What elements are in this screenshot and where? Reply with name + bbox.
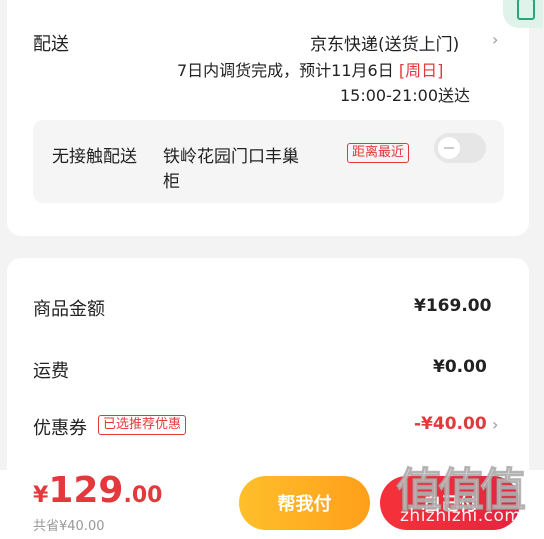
contactless-toggle[interactable] <box>434 133 486 163</box>
saved-amount: 共省¥40.00 <box>33 519 105 534</box>
coupon-recommended-tag: 已选推荐优惠 <box>98 415 187 435</box>
delivery-method[interactable]: 京东快递(送货上门) <box>310 30 459 55</box>
price-decimal: .00 <box>123 483 163 508</box>
eta-text: 7日内调货完成，预计11月6日 <box>177 61 394 80</box>
contactless-location-line2: 柜 <box>163 172 180 192</box>
contactless-label: 无接触配送 <box>52 147 137 167</box>
nearest-tag: 距离最近 <box>347 143 410 163</box>
shipping-label: 运费 <box>33 361 69 382</box>
chevron-right-icon[interactable]: › <box>492 30 498 49</box>
price-integer: 129 <box>48 470 124 511</box>
contactless-location-line1: 铁岭花园门口丰巢 <box>163 147 299 167</box>
total-price: ¥129.00 <box>33 470 162 511</box>
coupon-value[interactable]: -¥40.00 <box>414 414 487 434</box>
delivery-label: 配送 <box>33 34 69 55</box>
coupon-label[interactable]: 优惠券 <box>33 414 87 440</box>
delivery-eta: 7日内调货完成，预计11月6日 [周日] <box>177 57 443 81</box>
currency-symbol: ¥ <box>33 483 49 508</box>
chevron-right-icon[interactable]: › <box>492 415 498 434</box>
goods-amount-value: ¥169.00 <box>414 296 492 316</box>
help-me-pay-button[interactable]: 帮我付 <box>239 476 370 530</box>
corner-service-icon[interactable] <box>503 0 543 28</box>
delivery-time-window: 15:00-21:00送达 <box>340 86 470 105</box>
eta-day: [周日] <box>398 61 444 80</box>
pay-myself-button[interactable]: 自己付 <box>380 476 520 530</box>
goods-amount-label: 商品金额 <box>33 299 105 320</box>
shipping-value: ¥0.00 <box>433 357 487 377</box>
